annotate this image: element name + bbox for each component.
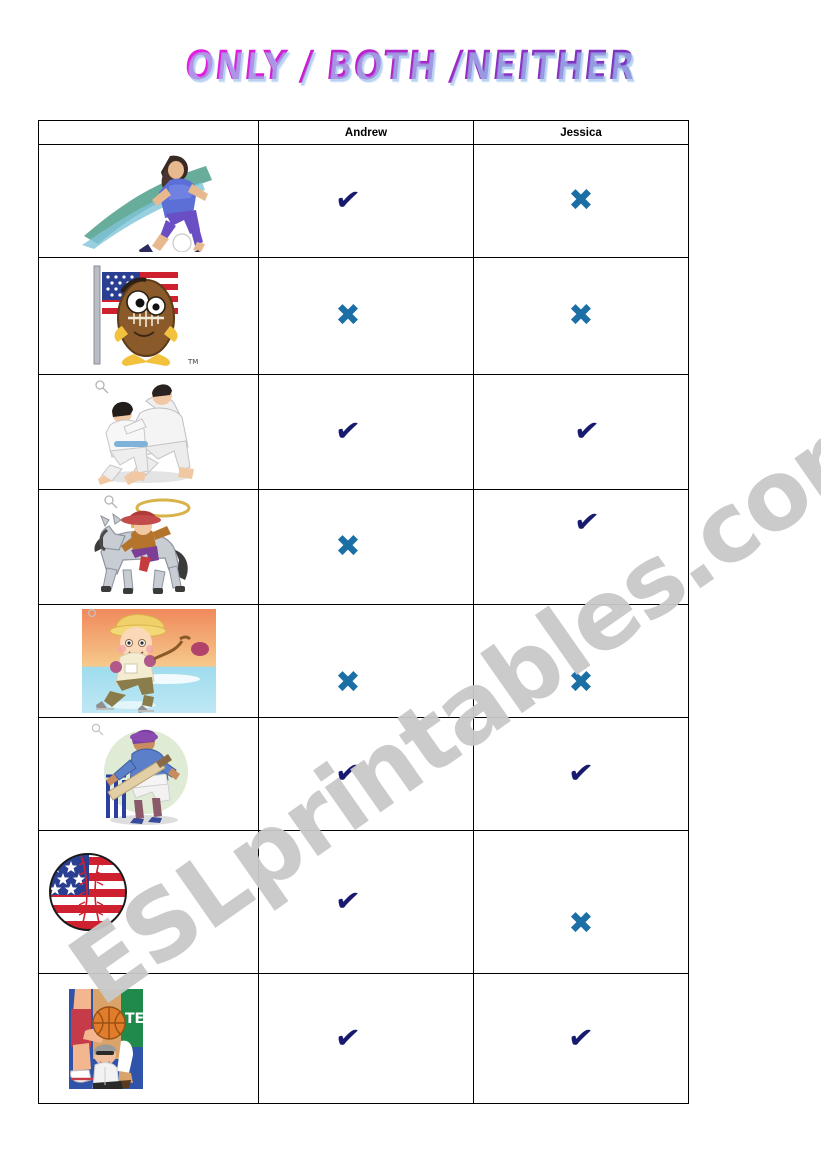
judo-throw-illustration xyxy=(94,380,194,485)
check-icon: ✔ xyxy=(572,412,602,451)
mark-cell-andrew-ice-hockey: ✖ xyxy=(258,604,474,718)
cross-icon: ✖ xyxy=(568,183,594,218)
mark-cell-andrew-baseball: ✔ xyxy=(258,830,474,974)
check-icon: ✔ xyxy=(566,1019,596,1057)
mark-cell-jessica-american-football: ✖ xyxy=(473,257,689,375)
table-row: ✔ ✖ xyxy=(38,144,689,258)
sports-preference-table: Andrew Jessica ✔ ✖ TM ✖ ✖ ✔ ✔ ✖ ✔ ✖ ✖ ✔ … xyxy=(38,120,689,1104)
table-body: ✔ ✖ TM ✖ ✖ ✔ ✔ ✖ ✔ ✖ ✖ ✔ ✔ ✔ ✖ TE ✔ ✔ xyxy=(38,144,689,1104)
mark-cell-jessica-judo: ✔ xyxy=(473,374,689,490)
cartoon-football-with-usa-flag: TM xyxy=(93,265,198,366)
page-title-text: ONLY / BOTH /NEITHER xyxy=(182,42,639,90)
mark-cell-andrew-rodeo: ✖ xyxy=(258,489,474,605)
mark-cell-andrew-american-football: ✖ xyxy=(258,257,474,375)
mark-cell-andrew-judo: ✔ xyxy=(258,374,474,490)
table-header: Andrew Jessica xyxy=(38,120,689,145)
check-icon: ✔ xyxy=(333,754,363,793)
table-row: ✔ ✔ xyxy=(38,374,689,490)
table-row: TE ✔ ✔ xyxy=(38,973,689,1104)
picture-cell-cricket xyxy=(38,717,259,831)
cross-icon: ✖ xyxy=(335,665,361,700)
svg-text:TE: TE xyxy=(125,1011,143,1027)
check-icon: ✔ xyxy=(566,754,596,793)
mark-cell-jessica-basketball: ✔ xyxy=(473,973,689,1104)
cross-icon: ✖ xyxy=(568,906,594,941)
picture-cell-judo xyxy=(38,374,259,490)
column-header-andrew: Andrew xyxy=(258,120,474,145)
mark-cell-jessica-ice-hockey: ✖ xyxy=(473,604,689,718)
column-header-picture xyxy=(38,120,259,145)
page-title: ONLY / BOTH /NEITHER xyxy=(0,42,821,89)
picture-cell-american-football: TM xyxy=(38,257,259,375)
picture-cell-rodeo xyxy=(38,489,259,605)
cross-icon: ✖ xyxy=(335,298,361,333)
mark-cell-jessica-cricket: ✔ xyxy=(473,717,689,831)
mark-cell-andrew-basketball: ✔ xyxy=(258,973,474,1104)
mark-cell-jessica-rodeo: ✔ xyxy=(473,489,689,605)
check-icon: ✔ xyxy=(333,412,363,451)
cricket-batsman-illustration xyxy=(91,723,188,825)
table-row: ✖ ✖ xyxy=(38,604,689,718)
picture-cell-baseball xyxy=(38,830,259,974)
check-icon: ✔ xyxy=(333,181,363,220)
table-row: TM ✖ ✖ xyxy=(38,257,689,375)
picture-cell-basketball: TE xyxy=(38,973,259,1104)
mark-cell-andrew-cricket: ✔ xyxy=(258,717,474,831)
table-header-row: Andrew Jessica xyxy=(38,120,689,145)
table-row: ✔ ✔ xyxy=(38,717,689,831)
cross-icon: ✖ xyxy=(568,298,594,333)
check-icon: ✔ xyxy=(572,503,602,542)
basketball-game-cartoon: TE xyxy=(69,988,143,1089)
picture-cell-ice-hockey xyxy=(38,604,259,718)
mark-cell-andrew-soccer: ✔ xyxy=(258,144,474,258)
column-header-jessica: Jessica xyxy=(473,120,689,145)
baseball-with-usa-flag-pattern xyxy=(49,853,127,931)
boy-playing-ice-hockey xyxy=(81,609,216,713)
check-icon: ✔ xyxy=(333,882,363,921)
check-icon: ✔ xyxy=(333,1019,363,1057)
table-row: ✔ ✖ xyxy=(38,830,689,974)
mark-cell-jessica-soccer: ✖ xyxy=(473,144,689,258)
picture-cell-soccer xyxy=(38,144,259,258)
svg-text:TM: TM xyxy=(187,358,198,366)
cross-icon: ✖ xyxy=(335,529,361,564)
cowboy-on-horse-with-lasso xyxy=(93,495,190,594)
table-row: ✖ ✔ xyxy=(38,489,689,605)
mark-cell-jessica-baseball: ✖ xyxy=(473,830,689,974)
cross-icon: ✖ xyxy=(568,665,594,700)
soccer-player-illustration xyxy=(81,155,212,252)
